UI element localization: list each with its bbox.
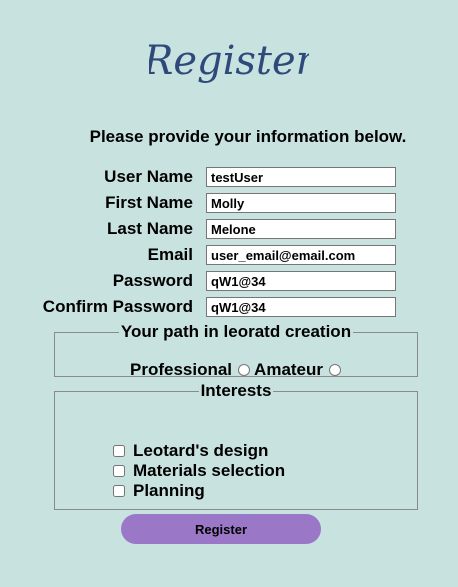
interest-item: Materials selection <box>113 461 285 481</box>
logo-text: Register <box>149 38 309 84</box>
confirm-password-label: Confirm Password <box>42 297 193 316</box>
lastname-input[interactable] <box>206 219 396 239</box>
path-fieldset: Your path in leoratd creation Profession… <box>54 322 418 380</box>
amateur-radio[interactable] <box>329 364 342 376</box>
amateur-label: Amateur <box>254 360 324 379</box>
username-input[interactable] <box>206 167 396 187</box>
materials-selection-label: Materials selection <box>133 461 286 480</box>
password-input[interactable] <box>206 271 396 291</box>
lastname-label: Last Name <box>107 219 193 238</box>
interest-item: Leotard's design <box>113 441 268 461</box>
firstname-row: First Name <box>0 193 458 215</box>
lastname-row: Last Name <box>0 219 458 241</box>
professional-label: Professional <box>130 360 233 379</box>
password-row: Password <box>0 271 458 293</box>
interests-legend: Interests <box>200 381 272 400</box>
username-row: User Name <box>0 167 458 189</box>
password-label: Password <box>112 271 193 290</box>
planning-label: Planning <box>133 481 205 500</box>
professional-radio[interactable] <box>238 364 251 376</box>
materials-selection-checkbox[interactable] <box>113 465 125 477</box>
interest-item: Planning <box>113 481 205 501</box>
path-options: Professional Amateur <box>130 360 345 380</box>
confirm-password-input[interactable] <box>206 297 396 317</box>
confirm-password-row: Confirm Password <box>0 297 458 319</box>
register-button[interactable]: Register <box>121 514 321 544</box>
path-legend: Your path in leoratd creation <box>120 322 352 341</box>
username-label: User Name <box>104 167 193 186</box>
email-label: Email <box>147 245 193 264</box>
intro-text: Please provide your information below. <box>89 127 407 146</box>
email-row: Email <box>0 245 458 267</box>
email-input[interactable] <box>206 245 396 265</box>
firstname-label: First Name <box>105 193 193 212</box>
leotard-design-checkbox[interactable] <box>113 445 125 457</box>
planning-checkbox[interactable] <box>113 485 125 497</box>
firstname-input[interactable] <box>206 193 396 213</box>
interests-fieldset: Interests Leotard's design Materials sel… <box>54 381 418 510</box>
register-logo: Register <box>0 30 458 98</box>
leotard-design-label: Leotard's design <box>133 441 269 460</box>
